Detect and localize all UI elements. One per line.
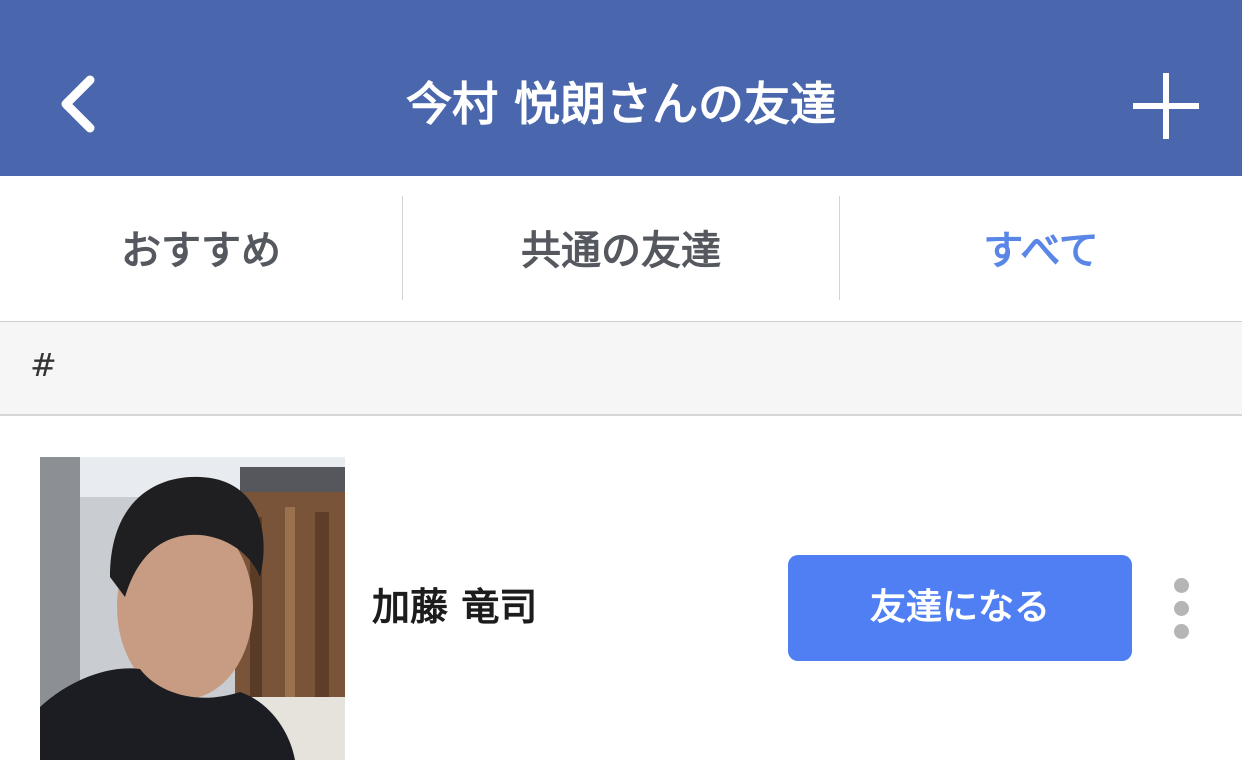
section-index-label: #: [30, 346, 57, 384]
profile-photo: [40, 457, 345, 760]
section-header: #: [0, 322, 1242, 416]
tab-recommended[interactable]: おすすめ: [0, 176, 402, 321]
page-title: 今村 悦朗さんの友達: [405, 77, 836, 131]
tab-all[interactable]: すべて: [840, 176, 1242, 321]
add-button[interactable]: [1130, 70, 1202, 142]
more-options-button[interactable]: [1162, 574, 1202, 646]
add-friend-button[interactable]: 友達になる: [788, 555, 1132, 661]
friend-name[interactable]: 加藤 竜司: [372, 576, 537, 631]
plus-icon: [1133, 73, 1199, 139]
chevron-left-icon: [61, 75, 95, 133]
tab-mutual-friends[interactable]: 共通の友達: [403, 176, 839, 321]
top-navigation-bar: 今村 悦朗さんの友達: [0, 0, 1242, 176]
tab-bar: おすすめ 共通の友達 すべて: [0, 176, 1242, 322]
back-button[interactable]: [52, 72, 112, 136]
friend-list-item: 加藤 竜司 友達になる: [0, 416, 1242, 772]
avatar[interactable]: [40, 457, 345, 760]
